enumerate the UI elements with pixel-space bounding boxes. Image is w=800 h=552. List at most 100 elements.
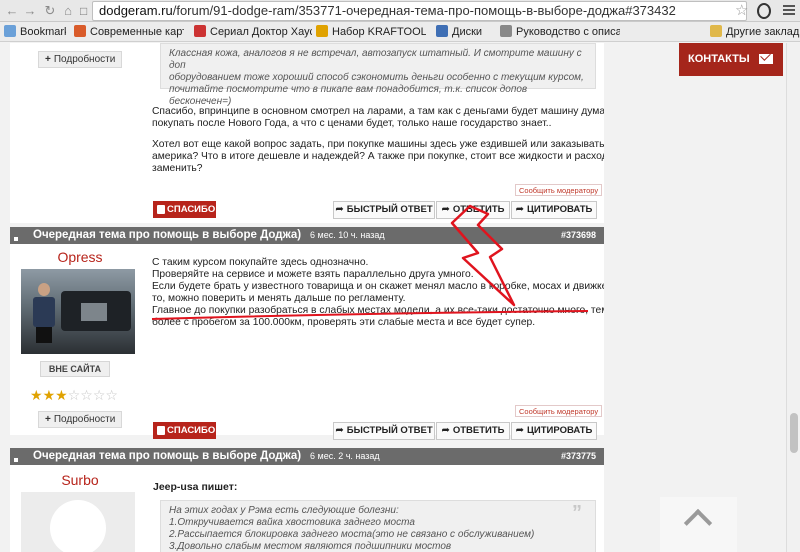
quote-line: 3.Довольно слабым местом являются подшип…: [169, 541, 452, 552]
post-title[interactable]: Очередная тема про помощь в выборе Доджа…: [33, 448, 301, 465]
post-number[interactable]: #373775: [561, 448, 596, 465]
quick-reply-label: БЫСТРЫЙ ОТВЕТ: [346, 425, 433, 436]
reply-label: ОТВЕТИТЬ: [452, 425, 505, 436]
bookmark-icon: [74, 25, 86, 37]
scroll-thumb[interactable]: [790, 413, 798, 453]
mail-icon: [759, 54, 773, 64]
post-header-icon: [14, 452, 23, 479]
post-time: 6 мес. 2 ч. назад: [310, 451, 380, 461]
thumb-up-icon: [157, 205, 165, 214]
thanks-button[interactable]: СПАСИБО: [153, 422, 216, 439]
bookmark-item[interactable]: Диски: [436, 24, 492, 40]
reload-icon[interactable]: ↻: [42, 3, 58, 19]
quote-button[interactable]: ➦ ЦИТИРОВАТЬ: [511, 422, 597, 440]
bookmark-item[interactable]: Другие закладки: [710, 24, 800, 40]
back-icon[interactable]: ←: [4, 3, 20, 19]
avatar[interactable]: [21, 492, 135, 552]
quick-reply-button[interactable]: ➦ БЫСТРЫЙ ОТВЕТ: [333, 422, 435, 440]
page-icon: □: [80, 4, 88, 18]
text-line: Главное до покупки разобраться в слабых …: [152, 305, 609, 316]
text-line: более с пробегом за 100.000км, проверять…: [152, 317, 536, 328]
bookmark-label: Набор KRAFTOOL "IN: [332, 26, 426, 38]
post-number[interactable]: #373698: [561, 227, 596, 244]
post-header: Очередная тема про помощь в выборе Доджа…: [10, 227, 604, 258]
rating-star-icon: ☆: [92, 387, 106, 403]
quote-label: ЦИТИРОВАТЬ: [526, 425, 593, 436]
quote-line: почитайте посмотрите что в пикапе вам по…: [169, 84, 528, 107]
contacts-button[interactable]: КОНТАКТЫ: [679, 43, 783, 76]
bookmark-item[interactable]: Современные карты: [74, 24, 184, 40]
text-line: С таким курсом покупайте здесь однозначн…: [152, 257, 369, 268]
bookmark-item[interactable]: Сериал Доктор Хаус: [194, 24, 312, 40]
bookmark-label: Другие закладки: [726, 26, 800, 38]
report-moderator-link[interactable]: Сообщить модератору: [515, 405, 603, 417]
text-line: то, можно поверить и менять дальше по ре…: [152, 293, 406, 304]
browser-toolbar: ← → ↻ ⌂ □ dodgeram.ru/forum/91-dodge-ram…: [0, 0, 800, 22]
bookmark-label: Современные карты: [90, 26, 184, 38]
reply-button[interactable]: ➦ ОТВЕТИТЬ: [436, 422, 510, 440]
details-label: Подробности: [53, 54, 116, 65]
username[interactable]: Opress: [10, 249, 150, 265]
reply-button[interactable]: ➦ ОТВЕТИТЬ: [436, 201, 510, 219]
bookmark-icon: [194, 25, 206, 37]
url-path: /forum/91-dodge-ram/353771-очередная-тем…: [172, 3, 676, 18]
quote-line: 1.Откручивается вайка хвостовика заднего…: [169, 517, 415, 528]
rating-star-icon: ☆: [80, 387, 93, 403]
username[interactable]: Surbo: [10, 472, 150, 488]
bookmark-item[interactable]: Набор KRAFTOOL "IN: [316, 24, 426, 40]
quote-mark-icon: ”: [572, 502, 582, 524]
bookmark-label: Диски: [452, 26, 483, 38]
quote-block: Классная кожа, аналогов я не встречал, а…: [160, 43, 596, 107]
quote-button[interactable]: ➦ ЦИТИРОВАТЬ: [511, 201, 597, 219]
chevron-up-icon: [683, 508, 713, 538]
quote-label: ЦИТИРОВАТЬ: [526, 204, 593, 215]
rating-star-icon: ☆: [67, 387, 81, 403]
post-header-icon: [14, 231, 23, 258]
bookmark-item[interactable]: Руководство с описа: [500, 24, 620, 40]
status-badge: ВНЕ САЙТА: [40, 361, 110, 377]
text-line: Хотел вот еще какой вопрос задать, при п…: [152, 139, 618, 150]
reply-arrow-icon: ➦: [441, 204, 450, 215]
bookmark-icon: [436, 25, 448, 37]
forward-icon[interactable]: →: [22, 3, 38, 19]
details-button[interactable]: + Подробности: [38, 411, 123, 428]
avatar[interactable]: [21, 269, 135, 354]
bookmark-label: Руководство с описа: [516, 26, 620, 38]
home-icon[interactable]: ⌂: [60, 3, 76, 19]
page-scrollbar[interactable]: [786, 43, 800, 552]
scroll-to-top-button[interactable]: [660, 497, 737, 552]
quote-arrow-icon: ➦: [515, 425, 524, 436]
thumb-up-icon: [157, 426, 165, 435]
post-title[interactable]: Очередная тема про помощь в выборе Доджа…: [33, 227, 301, 244]
bookmark-item[interactable]: Bookmarks: [4, 24, 66, 40]
post-text: С таким курсом покупайте здесь однозначн…: [152, 257, 636, 329]
bookmark-icon: [4, 25, 16, 37]
address-bar[interactable]: dodgeram.ru/forum/91-dodge-ram/353771-оч…: [92, 1, 747, 21]
bookmark-label: Сериал Доктор Хаус: [210, 26, 312, 38]
thanks-button[interactable]: СПАСИБО: [153, 201, 216, 218]
bookmark-star-icon[interactable]: ☆: [735, 1, 749, 19]
opera-extension-icon[interactable]: [757, 3, 771, 19]
bookmark-label: Bookmarks: [20, 26, 66, 38]
url-host: dodgeram.ru: [99, 3, 173, 18]
reply-arrow-icon: ➦: [441, 425, 450, 436]
bookmark-icon: [316, 25, 328, 37]
report-moderator-link[interactable]: Сообщить модератору: [515, 184, 603, 196]
rating-star-icon: ★: [55, 387, 68, 403]
menu-icon[interactable]: [783, 5, 795, 17]
thanks-label: СПАСИБО: [167, 425, 216, 436]
quote-line: На этих годах у Рэма есть следующие боле…: [169, 505, 399, 516]
rating-star-icon: ★: [42, 387, 56, 403]
bookmark-icon: [500, 25, 512, 37]
text-line: Спасибо, впринципе в основном смотрел на…: [152, 106, 613, 117]
quote-line: оборудованием тоже хороший способ сэконо…: [169, 72, 584, 83]
quote-line: 2.Рассыпается блокировка заднего моста(э…: [169, 529, 535, 540]
quick-reply-button[interactable]: ➦ БЫСТРЫЙ ОТВЕТ: [333, 201, 435, 219]
right-sidebar: КОНТАКТЫ: [604, 43, 786, 552]
details-button[interactable]: + Подробности: [38, 51, 123, 68]
text-line: покупать после Нового Года, а что с цена…: [152, 118, 552, 129]
bookmarks-bar: Bookmarks Современные карты Сериал Докто…: [0, 22, 800, 42]
text-line: Если будете брать у известного товарища …: [152, 281, 636, 292]
quote-arrow-icon: ➦: [515, 204, 524, 215]
forum-page: + Подробности Классная кожа, аналогов я н…: [0, 43, 786, 552]
